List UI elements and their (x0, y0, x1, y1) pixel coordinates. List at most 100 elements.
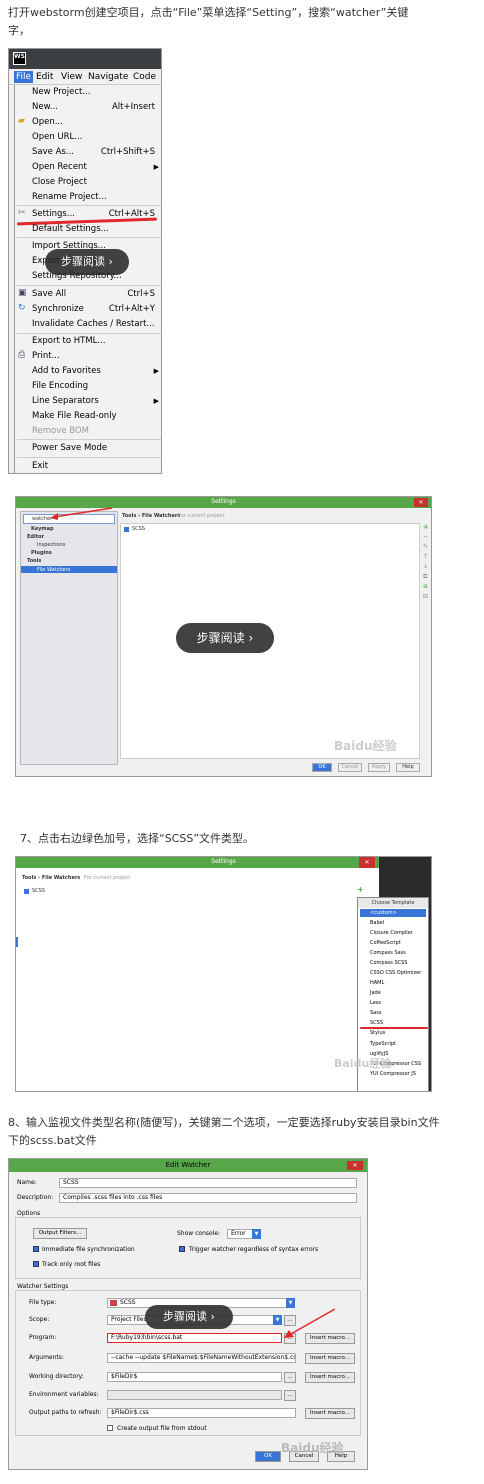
close-icon[interactable]: ✕ (347, 1161, 363, 1170)
template-item[interactable]: HAML (370, 980, 384, 986)
track-root-checkbox[interactable] (33, 1261, 39, 1267)
menu-file[interactable]: File (14, 71, 34, 83)
remove-icon[interactable]: − (423, 533, 428, 540)
env-vars-field[interactable] (107, 1390, 282, 1400)
import-icon[interactable]: ⊕ (423, 583, 428, 590)
working-dir-field[interactable]: $FileDir$ (107, 1372, 282, 1382)
watcher-row-scss[interactable]: SCSS (132, 526, 145, 532)
watermark: Baidu经验 (281, 1441, 344, 1455)
menu-item-default-settings[interactable]: Default Settings... (32, 224, 109, 234)
menu-item-exit[interactable]: Exit (32, 461, 48, 471)
menu-item-open-url[interactable]: Open URL... (32, 132, 82, 142)
env-vars-browse-button[interactable]: … (284, 1390, 296, 1401)
copy-icon[interactable]: ⧉ (423, 573, 427, 581)
red-underline-annotation (360, 1027, 428, 1029)
menu-item-file-encoding[interactable]: File Encoding (32, 381, 88, 391)
output-filters-button[interactable]: Output Filters... (33, 1228, 87, 1239)
template-item[interactable]: Stylus (370, 1030, 385, 1036)
menu-navigate[interactable]: Navigate (88, 71, 128, 83)
help-button[interactable]: Help (396, 763, 420, 772)
ok-button[interactable]: OK (255, 1451, 281, 1462)
template-item-scss[interactable]: SCSS (370, 1020, 383, 1026)
tree-item-tools[interactable]: Tools (27, 558, 41, 564)
menu-item-new-project[interactable]: New Project... (32, 87, 90, 97)
menu-item-make-read-only[interactable]: Make File Read-only (32, 411, 117, 421)
menu-item-save-as[interactable]: Save As... (32, 147, 74, 157)
menu-item-export-html[interactable]: Export to HTML... (32, 336, 106, 346)
menu-view[interactable]: View (61, 71, 82, 83)
printer-icon: ⎙ (18, 350, 26, 360)
settings-title: Settings (211, 498, 236, 505)
menu-item-settings[interactable]: Settings... (32, 209, 75, 219)
watcher-row-scss[interactable]: SCSS (32, 888, 45, 894)
shortcut-save-all: Ctrl+S (127, 289, 155, 299)
template-item[interactable]: YUI Compressor JS (370, 1071, 416, 1077)
template-item[interactable]: CSSO CSS Optimizer (370, 970, 421, 976)
file-type-label: File type: (29, 1299, 57, 1306)
output-paths-field[interactable]: $FileDir$.css (107, 1408, 296, 1418)
tree-item-file-watchers[interactable]: File Watchers (37, 567, 70, 573)
tree-item-inspections[interactable]: Inspections (37, 542, 65, 548)
cancel-button[interactable]: Cancel (338, 763, 362, 772)
edit-icon[interactable]: ✎ (423, 543, 428, 550)
insert-macro-button[interactable]: Insert macro... (305, 1372, 355, 1383)
menu-item-close-project[interactable]: Close Project (32, 177, 87, 187)
program-label: Program: (29, 1334, 57, 1341)
working-dir-browse-button[interactable]: … (284, 1372, 296, 1383)
template-item[interactable]: CoffeeScript (370, 940, 401, 946)
tree-item-keymap[interactable]: Keymap (31, 526, 54, 532)
menu-item-new[interactable]: New... (32, 102, 58, 112)
name-field[interactable]: SCSS (59, 1178, 357, 1188)
template-item[interactable]: Compass SCSS (370, 960, 407, 966)
scroll-marker (16, 937, 18, 947)
add-icon[interactable]: + (423, 523, 429, 531)
program-field[interactable]: F:\Ruby193\bin\scss.bat (107, 1333, 282, 1343)
step-read-overlay-button[interactable]: 步骤阅读 › (176, 623, 274, 653)
menu-item-print[interactable]: Print... (32, 351, 60, 361)
menu-item-synchronize[interactable]: Synchronize (32, 304, 84, 314)
arguments-field[interactable]: --cache --update $FileName$:$FileNameWit… (107, 1353, 296, 1363)
template-item[interactable]: Sass (370, 1010, 381, 1016)
description-field[interactable]: Compiles .scss files into .css files (59, 1193, 357, 1203)
tree-item-plugins[interactable]: Plugins (31, 550, 52, 556)
menu-item-add-to-favorites[interactable]: Add to Favorites (32, 366, 101, 376)
chevron-down-icon[interactable]: ▼ (252, 1229, 261, 1239)
step-read-overlay-button[interactable]: 步骤阅读 › (145, 1305, 233, 1329)
close-icon[interactable]: ✕ (414, 498, 428, 507)
template-item[interactable]: Less (370, 1000, 381, 1006)
menu-item-rename-project[interactable]: Rename Project... (32, 192, 107, 202)
scope-label: Scope: (29, 1316, 50, 1323)
settings-sidebar: watcher Keymap Editor Inspections Plugin… (20, 511, 118, 765)
menu-item-line-separators[interactable]: Line Separators (32, 396, 99, 406)
menu-item-open-recent[interactable]: Open Recent (32, 162, 87, 172)
menu-item-save-all[interactable]: Save All (32, 289, 66, 299)
step-read-overlay-button[interactable]: 步骤阅读 › (45, 249, 129, 275)
menu-item-open[interactable]: Open... (32, 117, 63, 127)
template-item[interactable]: Babel (370, 920, 384, 926)
menu-item-invalidate-caches[interactable]: Invalidate Caches / Restart... (32, 319, 155, 329)
trigger-watcher-checkbox[interactable] (179, 1246, 185, 1252)
move-up-icon[interactable]: ↑ (423, 553, 428, 560)
move-down-icon[interactable]: ↓ (423, 563, 428, 570)
close-icon[interactable]: ✕ (359, 857, 375, 868)
template-item[interactable]: TypeScript (370, 1041, 396, 1047)
template-item[interactable]: <custom> (370, 910, 397, 916)
apply-button[interactable]: Apply (368, 763, 390, 772)
export-icon[interactable]: ⊟ (423, 593, 428, 600)
checkbox[interactable] (24, 889, 29, 894)
ok-button[interactable]: OK (312, 763, 332, 772)
insert-macro-button[interactable]: Insert macro... (305, 1353, 355, 1364)
template-item[interactable]: Compass Sass (370, 950, 406, 956)
tree-item-editor[interactable]: Editor (27, 534, 44, 540)
add-icon[interactable]: + (357, 885, 364, 894)
template-item[interactable]: Closure Compiler (370, 930, 413, 936)
insert-macro-button[interactable]: Insert macro... (305, 1408, 355, 1419)
menu-edit[interactable]: Edit (36, 71, 53, 83)
menu-item-power-save[interactable]: Power Save Mode (32, 443, 107, 453)
sync-icon: ↻ (18, 303, 26, 313)
create-output-checkbox[interactable] (107, 1425, 113, 1431)
template-item[interactable]: Jade (370, 990, 381, 996)
menu-code[interactable]: Code (133, 71, 156, 83)
immediate-sync-checkbox[interactable] (33, 1246, 39, 1252)
checkbox[interactable] (124, 527, 129, 532)
